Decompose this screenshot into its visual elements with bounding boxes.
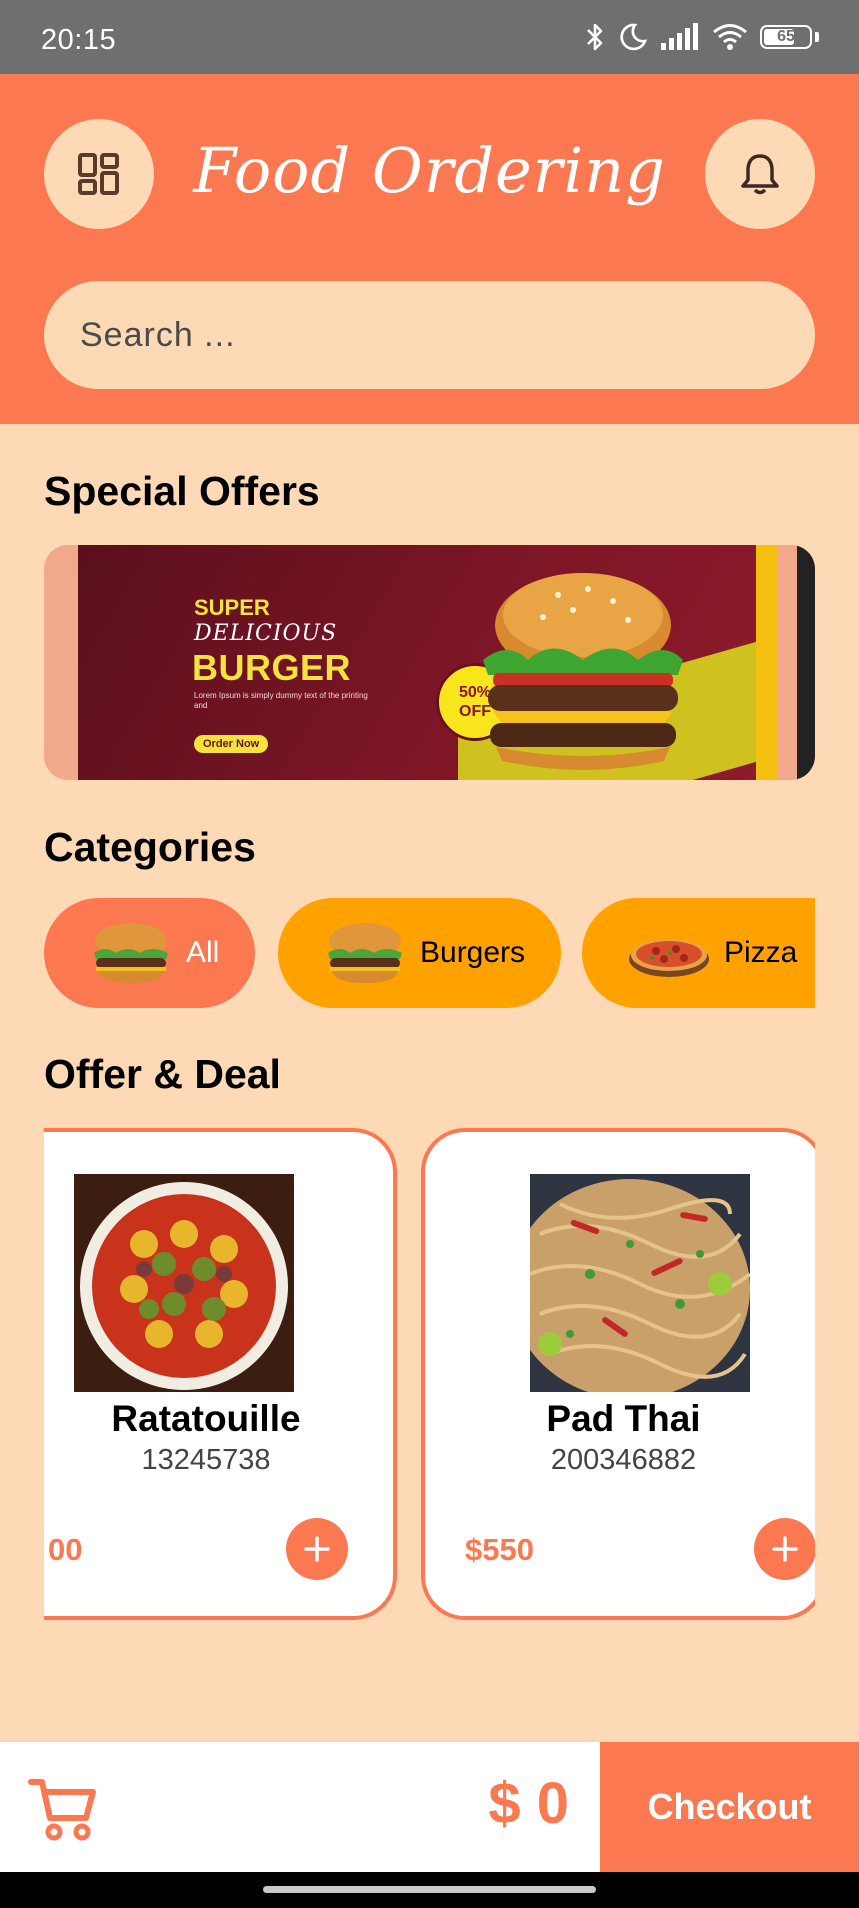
add-to-cart-button[interactable] bbox=[286, 1518, 348, 1580]
burger-icon bbox=[328, 923, 402, 983]
banner-image: SUPER DELICIOUS BURGER Lorem Ipsum is si… bbox=[78, 545, 778, 780]
category-label: Burgers bbox=[420, 936, 526, 969]
notification-button[interactable] bbox=[705, 119, 815, 229]
banner-body: Lorem Ipsum is simply dummy text of the … bbox=[194, 691, 368, 710]
plus-icon bbox=[772, 1536, 798, 1562]
home-handle[interactable] bbox=[263, 1886, 596, 1893]
system-nav-bar bbox=[0, 1872, 859, 1908]
bottom-bar: $ 0 Checkout bbox=[0, 1742, 859, 1872]
header: Food Ordering bbox=[0, 74, 859, 424]
search-input[interactable] bbox=[80, 315, 742, 355]
banner-line1: SUPER bbox=[194, 595, 270, 620]
food-price: $550 bbox=[465, 1532, 534, 1567]
checkout-button[interactable]: Checkout bbox=[600, 1742, 859, 1872]
moon-icon bbox=[620, 23, 648, 51]
plus-icon bbox=[304, 1536, 330, 1562]
cart-icon bbox=[28, 1779, 96, 1841]
search-bar[interactable] bbox=[44, 281, 815, 389]
offer-card[interactable]: Pad Thai 200346882 $550 bbox=[421, 1128, 815, 1620]
wifi-icon bbox=[713, 24, 747, 50]
battery-icon: 65 bbox=[760, 25, 812, 49]
bell-icon bbox=[741, 154, 779, 195]
food-name: Ratatouille bbox=[111, 1398, 301, 1439]
category-chip-all[interactable]: All bbox=[44, 898, 255, 1008]
food-id: 200346882 bbox=[550, 1444, 697, 1476]
status-time: 20:15 bbox=[41, 24, 117, 56]
category-chip-burgers[interactable]: Burgers bbox=[278, 898, 561, 1008]
offer-card[interactable]: Ratatouille 13245738 00 bbox=[44, 1128, 397, 1620]
cart-button[interactable] bbox=[28, 1776, 98, 1849]
categories-list: All Burgers Pizza bbox=[44, 898, 815, 1008]
add-to-cart-button[interactable] bbox=[754, 1518, 815, 1580]
food-name: Pad Thai bbox=[546, 1398, 701, 1439]
pizza-icon bbox=[629, 939, 709, 977]
status-bar: 20:15 65 bbox=[0, 0, 859, 74]
burger-illustration bbox=[483, 573, 683, 770]
cart-total: $ 0 bbox=[488, 1771, 569, 1836]
food-id: 13245738 bbox=[141, 1444, 271, 1476]
food-image bbox=[74, 1174, 294, 1392]
status-icons: 65 bbox=[584, 20, 819, 54]
special-offer-banner[interactable]: SUPER DELICIOUS BURGER Lorem Ipsum is si… bbox=[44, 545, 815, 780]
banner-line3: BURGER bbox=[192, 647, 352, 688]
burger-icon bbox=[94, 923, 168, 983]
categories-heading: Categories bbox=[44, 824, 256, 870]
offer-deal-heading: Offer & Deal bbox=[44, 1051, 281, 1097]
category-chip-pizza[interactable]: Pizza bbox=[582, 898, 815, 1008]
signal-icon bbox=[661, 23, 698, 50]
battery-level: 65 bbox=[777, 28, 795, 45]
category-label: Pizza bbox=[724, 936, 798, 969]
bluetooth-icon bbox=[587, 23, 603, 51]
food-image bbox=[530, 1174, 750, 1392]
food-price: 00 bbox=[48, 1532, 83, 1567]
special-offers-heading: Special Offers bbox=[44, 468, 320, 514]
category-label: All bbox=[186, 936, 220, 969]
banner-line2: DELICIOUS bbox=[194, 621, 338, 646]
offer-list: Ratatouille 13245738 00 Pad Thai 2003468 bbox=[44, 1128, 815, 1620]
banner-order-now-button[interactable]: Order Now bbox=[194, 735, 269, 753]
